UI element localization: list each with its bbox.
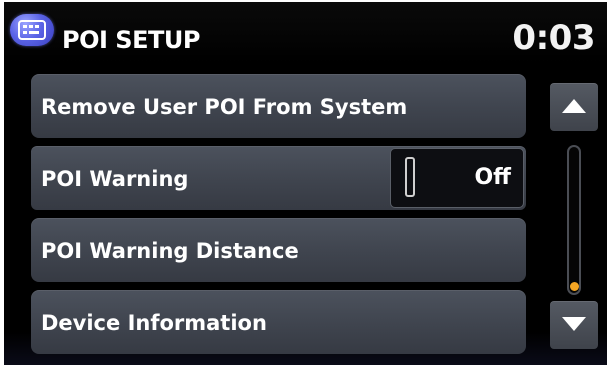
poi-warning-toggle[interactable]: Off bbox=[390, 148, 524, 208]
menu-item-label: POI Warning bbox=[41, 167, 189, 191]
toggle-value: Off bbox=[474, 165, 511, 190]
menu-item-label: Device Information bbox=[41, 311, 267, 335]
scrollbar[interactable] bbox=[541, 69, 607, 359]
clock: 0:03 bbox=[512, 18, 595, 58]
menu-item-device-information[interactable]: Device Information bbox=[31, 290, 526, 354]
triangle-down-icon bbox=[562, 317, 586, 331]
toggle-indicator bbox=[405, 157, 415, 197]
menu-item-poi-warning-distance[interactable]: POI Warning Distance bbox=[31, 218, 526, 282]
poi-setup-icon[interactable] bbox=[10, 14, 54, 46]
header: POI SETUP 0:03 bbox=[4, 2, 607, 64]
scroll-down-button[interactable] bbox=[550, 301, 598, 349]
triangle-up-icon bbox=[562, 99, 586, 113]
scroll-track[interactable] bbox=[567, 145, 581, 295]
page-title: POI SETUP bbox=[62, 26, 200, 54]
scroll-up-button[interactable] bbox=[550, 83, 598, 131]
scroll-thumb[interactable] bbox=[570, 282, 579, 291]
menu-item-poi-warning[interactable]: POI Warning Off bbox=[31, 146, 526, 210]
menu-item-label: POI Warning Distance bbox=[41, 239, 299, 263]
screen: POI SETUP 0:03 Remove User POI From Syst… bbox=[4, 2, 607, 365]
menu-item-remove-user-poi[interactable]: Remove User POI From System bbox=[31, 74, 526, 138]
menu-item-label: Remove User POI From System bbox=[41, 95, 408, 119]
